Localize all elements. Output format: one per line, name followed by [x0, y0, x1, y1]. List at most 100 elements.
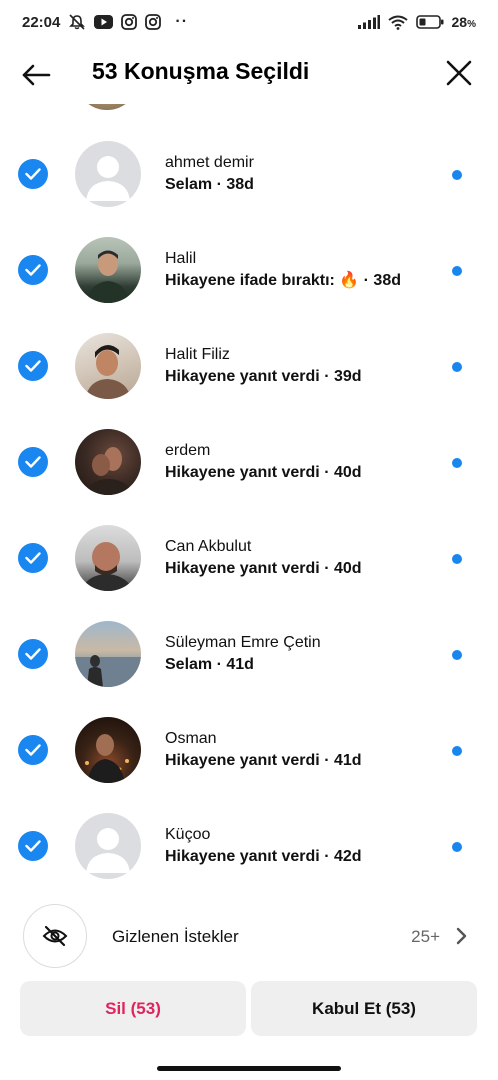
conversation-preview: Hikayene yanıt verdi · 40d — [165, 464, 362, 481]
delete-button[interactable]: Sil (53) — [20, 981, 246, 1036]
unread-dot — [452, 746, 462, 756]
conversation-text: Osman Hikayene yanıt verdi · 41d — [165, 728, 362, 772]
conversation-name: Osman — [165, 730, 217, 747]
conversation-preview: Selam · 38d — [165, 176, 254, 193]
selected-checkbox[interactable] — [18, 735, 48, 765]
default-avatar-icon — [86, 828, 130, 873]
conversation-name: Can Akbulut — [165, 538, 252, 555]
battery-percent: 28% — [451, 14, 476, 30]
conversation-row[interactable]: Süleyman Emre Çetin Selam · 41d — [0, 584, 498, 687]
more-notifications-icon: ·· — [175, 13, 189, 30]
selected-checkbox[interactable] — [18, 639, 48, 669]
battery-icon — [415, 15, 444, 29]
close-icon — [446, 60, 472, 86]
checkmark-icon — [25, 744, 41, 756]
conversation-row[interactable]: ahmet demir Selam · 38d — [0, 104, 498, 207]
page-title: 53 Konuşma Seçildi — [92, 58, 310, 84]
mute-icon — [68, 14, 86, 30]
status-bar: 22:04 ·· 28% — [0, 0, 498, 44]
conversation-row[interactable]: Osman Hikayene yanıt verdi · 41d — [0, 680, 498, 783]
profile-photo — [83, 447, 133, 495]
conversation-name: Küçoo — [165, 826, 211, 843]
unread-dot — [452, 458, 462, 468]
hidden-requests-count: 25+ — [411, 927, 440, 946]
conversation-row[interactable]: Halil Hikayene ifade bıraktı: 🔥 · 38d — [0, 200, 498, 303]
unread-dot — [452, 170, 462, 180]
avatar[interactable] — [75, 237, 141, 303]
profile-photo — [75, 655, 141, 687]
wifi-icon — [387, 15, 408, 30]
conversation-row[interactable]: erdem Hikayene yanıt verdi · 40d — [0, 392, 498, 495]
unread-dot — [452, 650, 462, 660]
conversation-preview: Hikayene ifade bıraktı: 🔥 · 38d — [165, 272, 401, 289]
instagram-icon — [145, 14, 162, 30]
hidden-requests-icon-container — [23, 904, 87, 968]
conversation-text: Küçoo Hikayene yanıt verdi · 42d — [165, 824, 362, 868]
status-bar-left: 22:04 ·· — [22, 13, 188, 31]
selected-checkbox[interactable] — [18, 159, 48, 189]
instagram-icon — [121, 14, 138, 30]
default-avatar-icon — [86, 156, 130, 201]
selected-checkbox[interactable] — [18, 255, 48, 285]
unread-dot — [452, 554, 462, 564]
checkmark-icon — [25, 552, 41, 564]
checkmark-icon — [25, 840, 41, 852]
selected-checkbox[interactable] — [18, 351, 48, 381]
youtube-icon — [94, 15, 114, 29]
conversation-text: ahmet demir Selam · 38d — [165, 152, 254, 196]
conversation-list[interactable]: ahmet demir Selam · 38d Halil Hikayene i… — [0, 104, 498, 890]
avatar[interactable] — [75, 621, 141, 687]
profile-photo — [81, 542, 133, 591]
checkmark-icon — [25, 264, 41, 276]
conversation-text: erdem Hikayene yanıt verdi · 40d — [165, 440, 362, 484]
back-button[interactable] — [18, 60, 54, 90]
chevron-right-icon — [452, 926, 472, 946]
conversation-name: ahmet demir — [165, 154, 254, 171]
conversation-row[interactable]: Can Akbulut Hikayene yanıt verdi · 40d — [0, 488, 498, 591]
checkmark-icon — [25, 456, 41, 468]
conversation-preview: Hikayene yanıt verdi · 42d — [165, 848, 362, 865]
selected-checkbox[interactable] — [18, 831, 48, 861]
selected-checkbox[interactable] — [18, 543, 48, 573]
accept-button[interactable]: Kabul Et (53) — [251, 981, 477, 1036]
profile-photo — [85, 344, 131, 399]
avatar[interactable] — [75, 525, 141, 591]
conversation-text: Süleyman Emre Çetin Selam · 41d — [165, 632, 321, 676]
conversation-name: Halil — [165, 250, 197, 267]
close-button[interactable] — [444, 58, 474, 88]
profile-photo — [85, 734, 129, 783]
hidden-requests-label: Gizlenen İstekler — [112, 927, 239, 946]
selected-checkbox[interactable] — [18, 447, 48, 477]
checkmark-icon — [25, 360, 41, 372]
arrow-left-icon — [22, 64, 51, 86]
hidden-requests-row[interactable]: Gizlenen İstekler 25+ — [0, 902, 498, 972]
signal-icon — [357, 15, 380, 29]
avatar[interactable] — [75, 429, 141, 495]
avatar[interactable] — [75, 333, 141, 399]
conversation-preview: Selam · 41d — [165, 656, 254, 673]
conversation-text: Can Akbulut Hikayene yanıt verdi · 40d — [165, 536, 362, 580]
eye-off-icon — [42, 925, 68, 947]
conversation-text: Halil Hikayene ifade bıraktı: 🔥 · 38d — [165, 248, 401, 292]
home-indicator[interactable] — [157, 1066, 341, 1071]
status-bar-right: 28% — [357, 14, 476, 30]
unread-dot — [452, 842, 462, 852]
conversation-text: Halit Filiz Hikayene yanıt verdi · 39d — [165, 344, 362, 388]
unread-dot — [452, 362, 462, 372]
checkmark-icon — [25, 648, 41, 660]
profile-photo — [87, 250, 129, 303]
conversation-row[interactable]: Küçoo Hikayene yanıt verdi · 42d — [0, 776, 498, 879]
conversation-row[interactable]: Halit Filiz Hikayene yanıt verdi · 39d — [0, 296, 498, 399]
conversation-name: Süleyman Emre Çetin — [165, 634, 321, 651]
avatar[interactable] — [75, 141, 141, 207]
avatar[interactable] — [75, 717, 141, 783]
status-time: 22:04 — [22, 13, 61, 31]
conversation-name: Halit Filiz — [165, 346, 230, 363]
conversation-preview: Hikayene yanıt verdi · 41d — [165, 752, 362, 769]
conversation-preview: Hikayene yanıt verdi · 39d — [165, 368, 362, 385]
checkmark-icon — [25, 168, 41, 180]
avatar[interactable] — [75, 813, 141, 879]
conversation-name: erdem — [165, 442, 211, 459]
unread-dot — [452, 266, 462, 276]
conversation-preview: Hikayene yanıt verdi · 40d — [165, 560, 362, 577]
